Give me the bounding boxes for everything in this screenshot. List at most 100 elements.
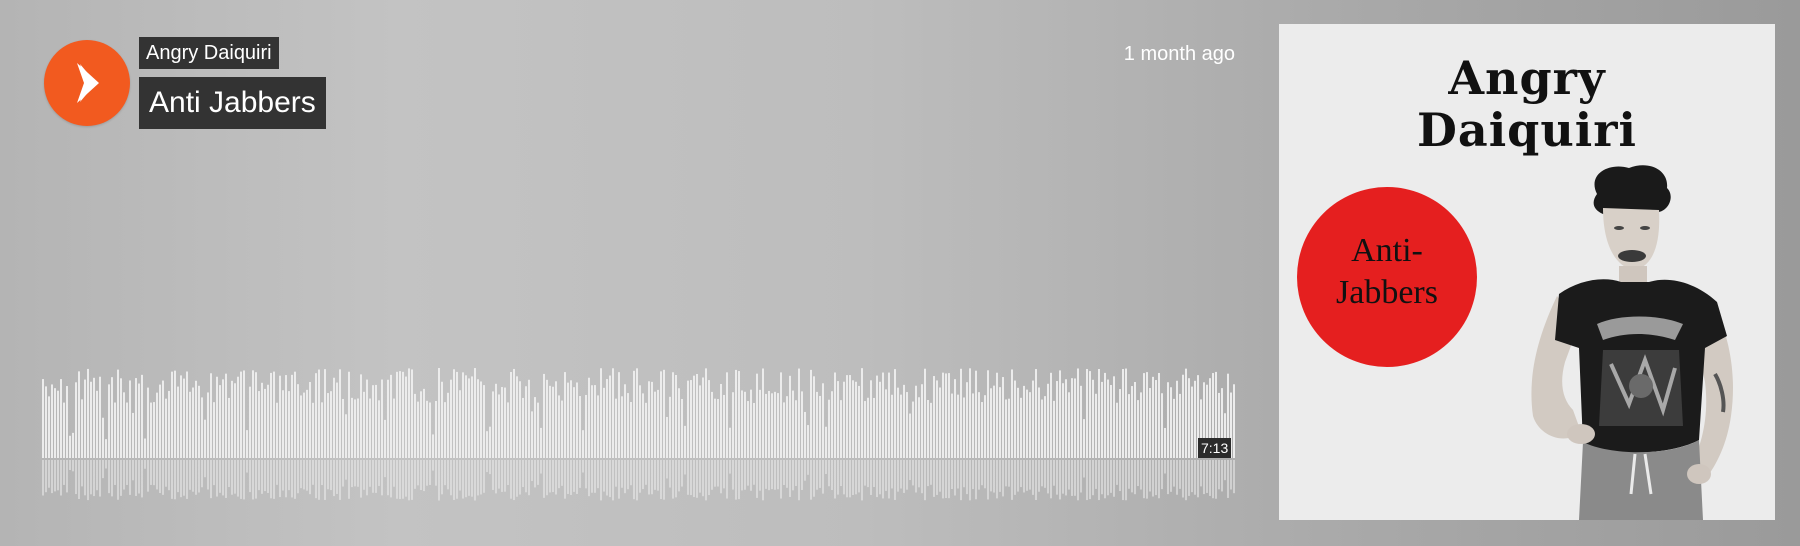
waveform-bar [213,402,215,458]
waveform-bar [582,430,584,458]
track-title-link[interactable]: Anti Jabbers [139,77,326,129]
waveform-bar [156,392,158,458]
waveform-reflection-bar [198,460,200,493]
waveform-reflection-bar [1071,460,1073,496]
waveform[interactable] [42,350,1235,505]
waveform-reflection-bar [1197,460,1199,498]
waveform-bar [90,381,92,458]
waveform-bar [75,382,77,458]
waveform-bar [381,379,383,458]
waveform-reflection-bar [555,460,557,495]
waveform-bar [564,372,566,458]
waveform-reflection-bar [519,460,521,495]
waveform-reflection-bar [1152,460,1154,497]
waveform-bar [1059,370,1061,458]
waveform-reflection-bar [1116,460,1118,485]
waveform-bar [552,386,554,458]
waveform-reflection-bar [1146,460,1148,499]
waveform-reflection-bar [291,460,293,498]
waveform-reflection-bar [411,460,413,500]
waveform-reflection-bar [270,460,272,499]
waveform-reflection-bar [420,460,422,491]
waveform-bar [936,380,938,458]
waveform-bar [234,383,236,458]
waveform-bar [576,382,578,458]
waveform-bar [696,374,698,458]
waveform-reflection-bar [393,460,395,487]
waveform-reflection-bar [552,460,554,493]
waveform-bar [219,385,221,458]
waveform-bar [114,402,116,458]
waveform-reflection-bar [1098,460,1100,501]
waveform-reflection-bar [441,460,443,495]
waveform-reflection-bar [273,460,275,499]
waveform-reflection-bar [1008,460,1010,487]
waveform-reflection-bar [327,460,329,490]
waveform-reflection-bar [672,460,674,499]
waveform-bar [762,368,764,458]
waveform-bar [432,434,434,458]
waveform-bar [534,397,536,458]
waveform-bar [726,372,728,458]
waveform-reflection-bar [429,460,431,485]
waveform-bar [54,388,56,458]
waveform-bar [870,380,872,458]
waveform-reflection-bar [453,460,455,500]
waveform-bar [1179,393,1181,458]
waveform-reflection-bar [1023,460,1025,493]
waveform-reflection-bar [705,460,707,501]
waveform-reflection-bar [582,460,584,473]
waveform-reflection-bar [936,460,938,495]
waveform-reflection-bar [816,460,818,490]
waveform-bar [495,383,497,458]
artwork-title-line-2: Jabbers [1336,274,1438,311]
waveform-reflection-bar [1107,460,1109,496]
waveform-reflection-bar [627,460,629,490]
waveform-bar [291,374,293,458]
waveform-reflection-bar [177,460,179,493]
waveform-bar [420,391,422,458]
artwork-person-photo [1531,165,1733,520]
waveform-bar [87,368,89,458]
waveform-bar [690,380,692,458]
waveform-reflection-bar [111,460,113,497]
artwork-artist-text: Angry Daiquiri [1279,52,1775,156]
waveform-bar [561,400,563,458]
waveform-bar [135,378,137,458]
waveform-reflection-bar [474,460,476,501]
waveform-bar [228,397,230,458]
waveform-reflection-bar [510,460,512,499]
waveform-bar [930,402,932,458]
album-artwork[interactable]: Angry Daiquiri Anti- Jabbers [1279,24,1775,520]
waveform-reflection-bar [729,460,731,474]
waveform-reflection-bar [1176,460,1178,495]
waveform-reflection-bar [294,460,296,499]
waveform-bar [615,398,617,458]
waveform-reflection-bar [540,460,542,474]
waveform-reflection-bar [1194,460,1196,495]
waveform-bar [993,385,995,458]
waveform-reflection-bar [636,460,638,501]
waveform-reflection-bar [681,460,683,487]
waveform-bar [780,372,782,458]
waveform-bar [351,397,353,458]
waveform-bar [951,393,953,458]
waveform-bar [678,388,680,458]
waveform-bar [153,402,155,458]
waveform-reflection-bar [489,460,491,475]
waveform-bar [375,384,377,458]
play-button[interactable] [44,40,130,126]
waveform-bar [438,368,440,458]
waveform-bar [768,390,770,458]
waveform-reflection-bar [333,460,335,497]
waveform-bar [741,390,743,458]
waveform-reflection-bar [465,460,467,498]
waveform-bar [240,371,242,458]
artist-name-link[interactable]: Angry Daiquiri [139,37,279,69]
waveform-bar [864,401,866,458]
waveform-bar [417,401,419,458]
waveform-bar [204,419,206,458]
waveform-reflection-bar [738,460,740,500]
waveform-reflection-bar [114,460,116,485]
waveform-reflection-bar [228,460,230,488]
